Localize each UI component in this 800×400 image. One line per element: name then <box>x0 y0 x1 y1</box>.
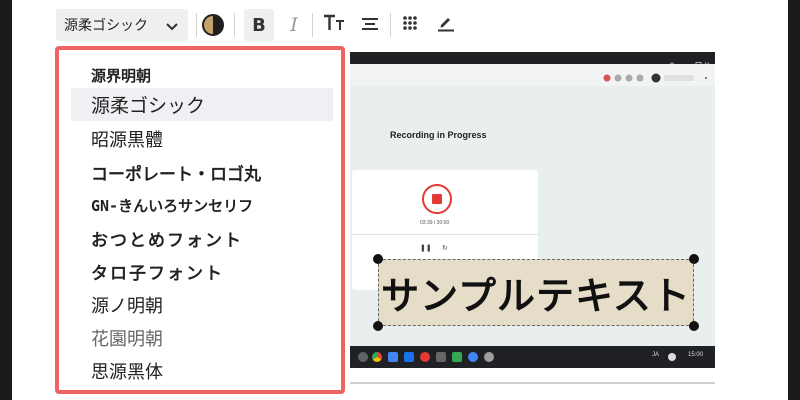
align-center-icon <box>361 16 379 35</box>
toolbar-divider <box>234 13 235 37</box>
settings-icon <box>484 352 494 362</box>
font-dropdown: 源界明朝 源柔ゴシック 昭源黒體 コーポレート・ロゴ丸 GN-きんいろサンセリフ… <box>55 46 345 394</box>
recording-timer: 03:39 / 30:00 <box>420 220 450 226</box>
text-color-button[interactable] <box>202 14 224 36</box>
tray-language: JA <box>652 352 660 358</box>
docs-icon <box>404 352 414 362</box>
font-option[interactable]: GN-きんいろサンセリフ <box>71 189 333 222</box>
browser-toolbar <box>350 64 715 86</box>
chrome-icon <box>372 352 382 362</box>
taskbar: JA 15:00 <box>350 346 715 368</box>
card-divider <box>352 234 538 235</box>
bold-button[interactable]: B <box>244 9 274 41</box>
pause-icon[interactable]: ❚❚ <box>420 244 432 252</box>
text-size-icon <box>323 14 345 37</box>
restart-icon[interactable]: ↻ <box>442 244 448 252</box>
chevron-down-icon <box>166 16 178 35</box>
resize-handle-bottom-left[interactable] <box>373 321 383 331</box>
italic-button[interactable]: I <box>280 9 308 41</box>
toolbar: 源柔ゴシック B I <box>12 0 788 50</box>
stop-recording-button[interactable] <box>422 184 452 214</box>
font-option[interactable]: 思源黑体 <box>71 354 333 387</box>
text-size-button[interactable] <box>320 10 348 40</box>
font-option-selected[interactable]: 源柔ゴシック <box>71 88 333 121</box>
tray-time: 15:00 <box>688 352 704 358</box>
recording-heading: Recording in Progress <box>390 130 487 140</box>
grid-dots-icon <box>402 15 418 35</box>
window-titlebar <box>350 52 715 68</box>
toolbar-divider <box>390 13 391 37</box>
font-select[interactable]: 源柔ゴシック <box>56 9 188 41</box>
canvas-bottom-border <box>350 382 715 384</box>
pen-underline-icon <box>437 14 455 36</box>
font-select-value: 源柔ゴシック <box>64 18 148 34</box>
record-icon <box>420 352 430 362</box>
stop-icon <box>432 194 442 204</box>
toolbar-divider <box>312 13 313 37</box>
wifi-icon <box>668 353 676 361</box>
font-option[interactable]: 花園明朝 <box>71 321 333 354</box>
resize-handle-bottom-right[interactable] <box>689 321 699 331</box>
font-option[interactable]: タロ子フォント <box>71 255 333 288</box>
resize-handle-top-left[interactable] <box>373 254 383 264</box>
font-option[interactable]: おつとめフォント <box>71 222 333 255</box>
font-option[interactable]: コーポレート・ロゴ丸 <box>71 156 333 189</box>
sample-text[interactable]: サンプルテキスト <box>381 265 691 320</box>
align-button[interactable] <box>356 10 384 40</box>
files-icon <box>388 352 398 362</box>
font-option[interactable]: 源ノ明朝 <box>71 288 333 321</box>
app-window: 源柔ゴシック B I Recording in Progress 03:39 /… <box>0 0 800 400</box>
spacing-button[interactable] <box>396 10 424 40</box>
toolbar-divider <box>196 13 197 37</box>
launcher-icon <box>358 352 368 362</box>
resize-handle-top-right[interactable] <box>689 254 699 264</box>
edit-text-button[interactable] <box>432 10 460 40</box>
font-option[interactable]: 昭源黒體 <box>71 122 333 155</box>
app-icon <box>436 352 446 362</box>
sample-text-box[interactable]: サンプルテキスト <box>378 259 694 326</box>
meet-icon <box>452 352 462 362</box>
play-store-icon <box>468 352 478 362</box>
